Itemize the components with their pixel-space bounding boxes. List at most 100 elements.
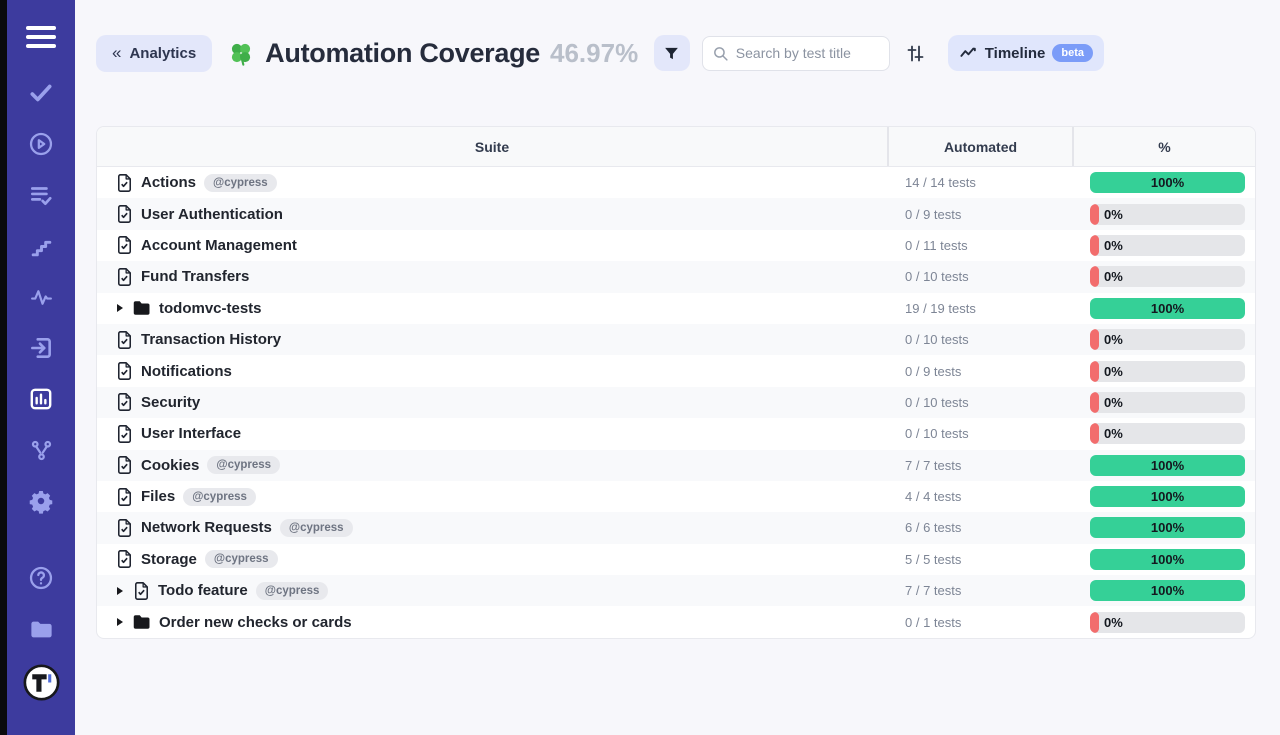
suite-cell: Notifications (97, 362, 887, 380)
automated-count: 5 / 5 tests (887, 552, 1072, 567)
automated-count: 0 / 10 tests (887, 426, 1072, 441)
test-file-icon (116, 456, 133, 474)
table-row[interactable]: Storage @cypress 5 / 5 tests 100% (97, 544, 1255, 575)
sidebar-item-settings[interactable] (7, 478, 75, 529)
coverage-bar: 100% (1090, 298, 1245, 319)
percent-cell: 0% (1072, 204, 1255, 225)
coverage-bar: 0% (1090, 423, 1245, 444)
suite-name: Order new checks or cards (159, 614, 352, 631)
automated-count: 19 / 19 tests (887, 301, 1072, 316)
sidebar-item-runs[interactable] (7, 121, 75, 172)
table-row[interactable]: User Authentication 0 / 9 tests 0% (97, 198, 1255, 229)
test-file-icon (116, 393, 133, 411)
coverage-bar: 100% (1090, 517, 1245, 538)
table-row[interactable]: todomvc-tests 19 / 19 tests 100% (97, 293, 1255, 324)
main-area: « Analytics Automation Coverage 46.97% (75, 0, 1280, 735)
table-row[interactable]: Notifications 0 / 9 tests 0% (97, 355, 1255, 386)
bar-chart-icon (28, 386, 54, 417)
automated-count: 0 / 9 tests (887, 364, 1072, 379)
table-row[interactable]: Security 0 / 10 tests 0% (97, 387, 1255, 418)
coverage-bar-fill (1090, 361, 1099, 382)
coverage-bar-label: 0% (1104, 423, 1123, 444)
test-file-icon (116, 425, 133, 443)
percent-cell: 100% (1072, 455, 1255, 476)
activity-icon (29, 285, 54, 315)
sidebar-item-test-plans[interactable] (7, 172, 75, 223)
coverage-bar-label: 0% (1104, 392, 1123, 413)
sidebar-item-steps[interactable] (7, 223, 75, 274)
sidebar-item-import[interactable] (7, 325, 75, 376)
coverage-bar: 0% (1090, 392, 1245, 413)
sidebar-item-pulse[interactable] (7, 274, 75, 325)
expand-caret-icon[interactable] (116, 586, 125, 596)
suite-name: Todo feature (158, 582, 248, 599)
suite-name: Cookies (141, 457, 199, 474)
coverage-bar-label: 100% (1090, 580, 1245, 601)
sidebar-item-analytics[interactable] (7, 376, 75, 427)
table-row[interactable]: Account Management 0 / 11 tests 0% (97, 230, 1255, 261)
view-settings-button[interactable] (900, 37, 932, 69)
suite-cell: Files @cypress (97, 488, 887, 506)
suite-folder-icon (133, 300, 151, 316)
suite-name: Actions (141, 174, 196, 191)
coverage-percent: 46.97% (550, 38, 638, 69)
menu-icon[interactable] (26, 26, 56, 48)
table-row[interactable]: User Interface 0 / 10 tests 0% (97, 418, 1255, 449)
coverage-bar: 0% (1090, 204, 1245, 225)
sidebar-item-branches[interactable] (7, 427, 75, 478)
suite-tag[interactable]: @cypress (205, 550, 278, 568)
coverage-bar-fill (1090, 235, 1099, 256)
test-file-icon (116, 174, 133, 192)
suite-tag[interactable]: @cypress (204, 174, 277, 192)
help-icon (28, 565, 54, 596)
adjustments-icon (905, 43, 926, 64)
suite-cell: User Interface (97, 425, 887, 443)
test-file-icon (116, 519, 133, 537)
sidebar-item-tests[interactable] (7, 70, 75, 121)
coverage-bar-fill (1090, 392, 1099, 413)
suite-tag[interactable]: @cypress (280, 519, 353, 537)
suite-name: Notifications (141, 363, 232, 380)
analytics-back-button[interactable]: « Analytics (96, 35, 212, 72)
suite-tag[interactable]: @cypress (207, 456, 280, 474)
filter-button[interactable] (654, 35, 690, 71)
automated-count: 0 / 10 tests (887, 332, 1072, 347)
coverage-bar: 100% (1090, 580, 1245, 601)
timeline-button[interactable]: Timeline beta (948, 35, 1104, 71)
percent-cell: 0% (1072, 423, 1255, 444)
suite-cell: Account Management (97, 236, 887, 254)
suite-name: Network Requests (141, 519, 272, 536)
table-row[interactable]: Transaction History 0 / 10 tests 0% (97, 324, 1255, 355)
percent-cell: 0% (1072, 392, 1255, 413)
page-title: Automation Coverage (265, 38, 540, 69)
trend-line-icon (959, 44, 978, 63)
clover-icon (227, 39, 255, 67)
suite-name: User Authentication (141, 206, 283, 223)
suite-tag[interactable]: @cypress (256, 582, 329, 600)
percent-cell: 100% (1072, 549, 1255, 570)
test-file-icon (116, 331, 133, 349)
suite-tag[interactable]: @cypress (183, 488, 256, 506)
test-file-icon (133, 582, 150, 600)
sidebar-bottom (7, 555, 75, 708)
table-row[interactable]: Actions @cypress 14 / 14 tests 100% (97, 167, 1255, 198)
table-row[interactable]: Files @cypress 4 / 4 tests 100% (97, 481, 1255, 512)
coverage-bar: 0% (1090, 612, 1245, 633)
automated-count: 4 / 4 tests (887, 489, 1072, 504)
beta-badge: beta (1052, 44, 1093, 62)
expand-caret-icon[interactable] (116, 617, 125, 627)
suite-cell: Actions @cypress (97, 174, 887, 192)
sidebar-item-help[interactable] (7, 555, 75, 606)
sidebar-item-projects[interactable] (7, 606, 75, 657)
expand-caret-icon[interactable] (116, 303, 125, 313)
table-row[interactable]: Network Requests @cypress 6 / 6 tests 10… (97, 512, 1255, 543)
chevrons-left-icon: « (112, 43, 121, 63)
table-row[interactable]: Cookies @cypress 7 / 7 tests 100% (97, 450, 1255, 481)
table-row[interactable]: Todo feature @cypress 7 / 7 tests 100% (97, 575, 1255, 606)
percent-cell: 100% (1072, 172, 1255, 193)
automated-count: 7 / 7 tests (887, 583, 1072, 598)
search-input[interactable] (702, 36, 890, 71)
table-row[interactable]: Order new checks or cards 0 / 1 tests 0% (97, 606, 1255, 637)
app-logo[interactable] (7, 657, 75, 708)
table-row[interactable]: Fund Transfers 0 / 10 tests 0% (97, 261, 1255, 292)
